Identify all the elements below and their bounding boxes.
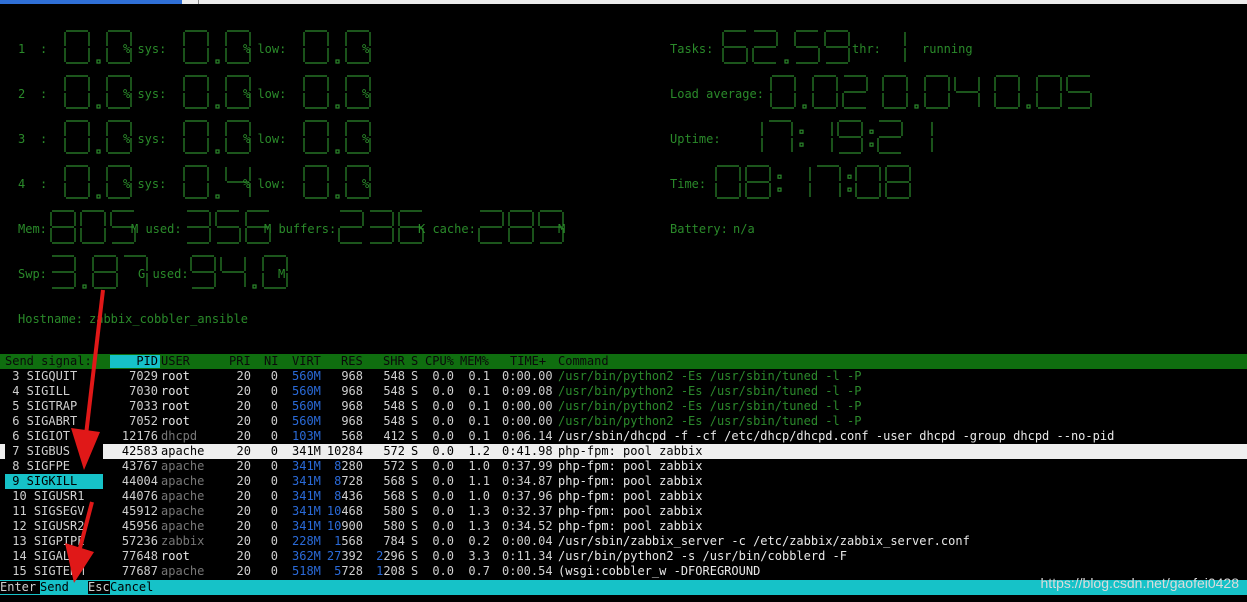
annotation-arrows	[65, 289, 105, 583]
red-arrow-icon	[65, 501, 94, 583]
red-arrow-icon	[71, 289, 105, 470]
